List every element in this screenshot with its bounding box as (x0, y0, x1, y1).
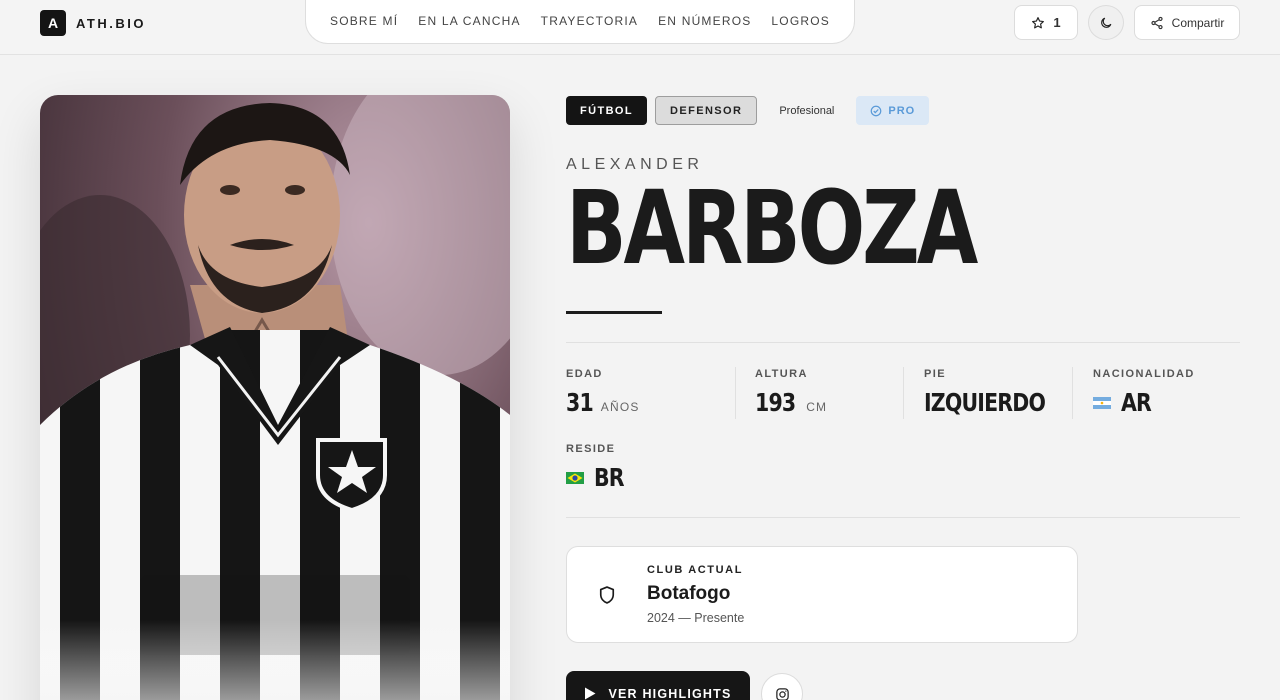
name-underline (566, 311, 662, 314)
pro-badge: PRO (856, 96, 930, 125)
stat-foot-value: IZQUIERDO (924, 388, 1046, 417)
nav-item-en-numeros[interactable]: EN NÚMEROS (658, 14, 751, 28)
theme-toggle-button[interactable] (1088, 5, 1124, 40)
favorite-count: 1 (1053, 15, 1061, 30)
logo-mark: A (40, 10, 66, 36)
club-period: 2024 — Presente (647, 611, 745, 625)
verified-icon (871, 105, 882, 116)
stats-top-divider (566, 342, 1240, 343)
stat-nationality-value: AR (1121, 388, 1152, 417)
stat-age: EDAD 31 AÑOS (566, 368, 640, 417)
stat-nationality-label: NACIONALIDAD (1093, 368, 1195, 380)
stat-age-label: EDAD (566, 368, 603, 380)
top-header: A ATH.BIO SOBRE MÍ EN LA CANCHA TRAYECTO… (0, 0, 1280, 55)
stat-age-unit: AÑOS (600, 400, 640, 414)
moon-icon (1101, 17, 1112, 28)
stat-separator (903, 367, 904, 419)
athlete-photo (40, 95, 510, 700)
position-tag: DEFENSOR (655, 96, 758, 125)
stat-foot-label: PIE (924, 368, 946, 380)
instagram-icon (775, 687, 789, 700)
current-club-card[interactable]: CLUB ACTUAL Botafogo 2024 — Presente (566, 546, 1078, 643)
share-icon (1151, 16, 1163, 29)
nav-item-en-la-cancha[interactable]: EN LA CANCHA (418, 14, 520, 28)
brand-logo[interactable]: A ATH.BIO (40, 10, 146, 36)
nav-item-trayectoria[interactable]: TRAYECTORIA (541, 14, 638, 28)
star-icon (1032, 16, 1045, 28)
stats-bottom-divider (566, 517, 1240, 518)
stat-height: ALTURA 193 CM (755, 368, 827, 417)
club-kicker: CLUB ACTUAL (647, 564, 744, 576)
tag-row: FÚTBOL DEFENSOR Profesional PRO (566, 96, 930, 125)
shield-icon (599, 586, 615, 604)
stat-residence-value: BR (594, 463, 625, 492)
stat-nationality: NACIONALIDAD AR (1093, 368, 1195, 417)
level-tag: Profesional (779, 104, 835, 117)
athlete-portrait-image (40, 95, 510, 700)
stat-height-label: ALTURA (755, 368, 808, 380)
stat-foot: PIE IZQUIERDO (924, 368, 1072, 417)
stat-separator (1072, 367, 1073, 419)
stat-residence: RESIDE BR (566, 443, 630, 492)
brazil-flag-icon (566, 472, 584, 484)
argentina-flag-icon (1093, 397, 1111, 409)
sport-tag: FÚTBOL (566, 96, 648, 125)
play-icon (585, 687, 596, 699)
stat-separator (735, 367, 736, 419)
nav-item-sobre-mi[interactable]: SOBRE MÍ (330, 14, 398, 28)
stat-residence-label: RESIDE (566, 443, 616, 455)
share-label: Compartir (1171, 15, 1225, 30)
main-nav: SOBRE MÍ EN LA CANCHA TRAYECTORIA EN NÚM… (305, 0, 855, 44)
stat-age-value: 31 (566, 388, 594, 417)
highlights-button[interactable]: VER HIGHLIGHTS (566, 671, 750, 700)
nav-item-logros[interactable]: LOGROS (771, 14, 830, 28)
stat-height-unit: CM (806, 400, 828, 414)
pro-badge-label: PRO (888, 104, 916, 117)
logo-text: ATH.BIO (76, 15, 146, 31)
athlete-last-name: BARBOZA (566, 169, 978, 288)
highlights-button-label: VER HIGHLIGHTS (608, 687, 732, 700)
share-button[interactable]: Compartir (1134, 5, 1240, 40)
club-name: Botafogo (647, 583, 731, 604)
stat-height-value: 193 (755, 388, 796, 417)
instagram-button[interactable] (761, 673, 803, 700)
favorite-button[interactable]: 1 (1014, 5, 1078, 40)
